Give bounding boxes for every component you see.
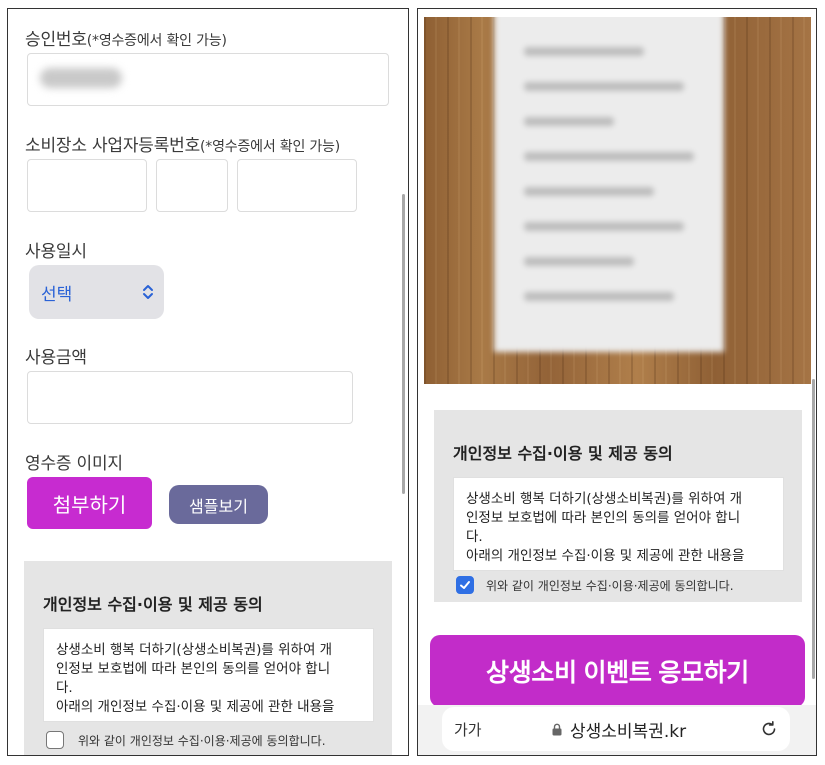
consent-line: 상생소비 행복 더하기(상생소비복권)를 위하여 개 [56, 642, 333, 658]
consent-checkbox-label: 위와 같이 개인정보 수집·이용·제공에 동의합니다. [486, 578, 734, 593]
checkmark-icon [460, 581, 470, 589]
consent-checkbox[interactable] [46, 731, 64, 749]
consent-title: 개인정보 수집·이용 및 제공 동의 [43, 595, 263, 614]
scrollbar[interactable] [402, 194, 405, 494]
scrollbar[interactable] [812, 379, 815, 679]
consent-line: 다. [56, 680, 73, 696]
url-field[interactable]: 가가 상생소비복권.kr [442, 707, 790, 751]
business-reg-input-2[interactable] [156, 159, 228, 212]
blurred-value [40, 68, 122, 88]
select-value: 선택 [41, 284, 73, 305]
blurred-receipt [494, 17, 724, 352]
consent-line: 아래의 개인정보 수집·이용 및 제공에 관한 내용을 [56, 699, 335, 715]
business-reg-input-1[interactable] [27, 159, 147, 212]
consent-agree-row[interactable]: 위와 같이 개인정보 수집·이용·제공에 동의합니다. [456, 576, 734, 594]
consent-text-box[interactable]: 상생소비 행복 더하기(상생소비복권)를 위하여 개 인정보 보호법에 따라 본… [43, 628, 374, 722]
consent-line: 다. [466, 529, 483, 545]
approval-number-label: 승인번호(*영수증에서 확인 가능) [25, 30, 227, 50]
consent-checkbox[interactable] [456, 576, 474, 594]
business-reg-label: 소비장소 사업자등록번호(*영수증에서 확인 가능) [25, 136, 340, 156]
consent-line: 아래의 개인정보 수집·이용 및 제공에 관한 내용을 [466, 548, 745, 564]
reload-icon[interactable] [760, 720, 778, 738]
approval-number-input[interactable] [27, 53, 389, 106]
receipt-image-label: 영수증 이미지 [25, 454, 123, 474]
consent-text-box[interactable]: 상생소비 행복 더하기(상생소비복권)를 위하여 개 인정보 보호법에 따라 본… [453, 477, 784, 571]
use-datetime-select[interactable]: 선택 [29, 265, 164, 319]
amount-label: 사용금액 [25, 348, 87, 368]
submit-event-button[interactable]: 상생소비 이벤트 응모하기 [430, 635, 805, 707]
consent-checkbox-label: 위와 같이 개인정보 수집·이용·제공에 동의합니다. [78, 733, 326, 748]
text-size-button[interactable]: 가가 [454, 719, 482, 740]
amount-input[interactable] [27, 371, 353, 424]
chevron-updown-icon [143, 285, 153, 299]
consent-section: 개인정보 수집·이용 및 제공 동의 상생소비 행복 더하기(상생소비복권)를 … [434, 410, 802, 602]
receipt-photo [424, 17, 811, 384]
consent-line: 인정보 보호법에 따라 본인의 동의를 얻어야 합니 [56, 661, 331, 677]
consent-line: 인정보 보호법에 따라 본인의 동의를 얻어야 합니 [466, 510, 741, 526]
use-datetime-label: 사용일시 [25, 242, 87, 262]
form-panel-left: 승인번호(*영수증에서 확인 가능) 소비장소 사업자등록번호(*영수증에서 확… [7, 8, 409, 756]
lock-icon [552, 723, 562, 735]
url-text: 상생소비복권.kr [570, 721, 687, 742]
sample-view-button[interactable]: 샘플보기 [169, 485, 268, 524]
consent-line: 상생소비 행복 더하기(상생소비복권)를 위하여 개 [466, 491, 743, 507]
consent-title: 개인정보 수집·이용 및 제공 동의 [453, 444, 673, 463]
consent-section: 개인정보 수집·이용 및 제공 동의 상생소비 행복 더하기(상생소비복권)를 … [24, 561, 392, 755]
browser-address-bar: 가가 상생소비복권.kr [418, 705, 816, 755]
form-panel-right: 개인정보 수집·이용 및 제공 동의 상생소비 행복 더하기(상생소비복권)를 … [417, 8, 817, 756]
consent-agree-row[interactable]: 위와 같이 개인정보 수집·이용·제공에 동의합니다. [46, 731, 326, 749]
business-reg-input-3[interactable] [237, 159, 357, 212]
attach-button[interactable]: 첨부하기 [27, 477, 152, 529]
